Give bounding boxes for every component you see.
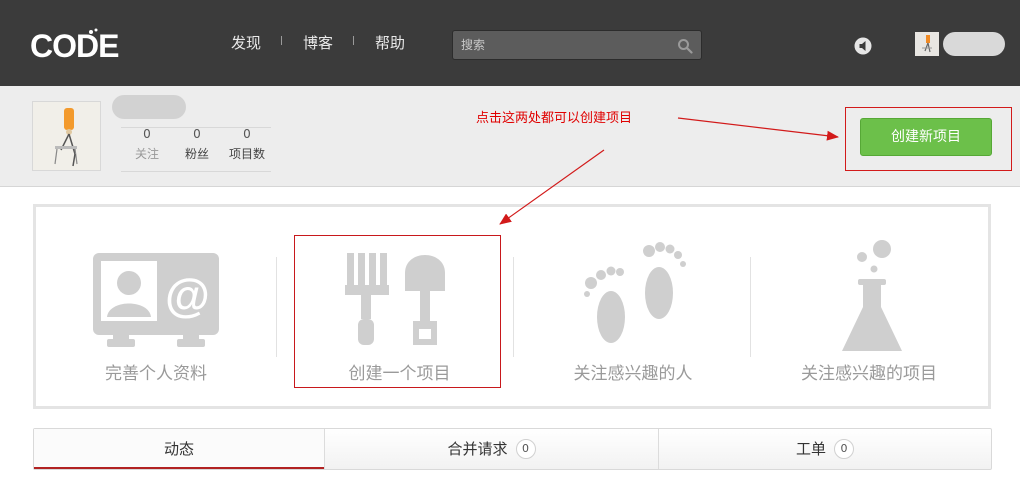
nav-help[interactable]: 帮助 — [375, 32, 405, 53]
tab-issues[interactable]: 工单 0 — [659, 429, 991, 469]
stats-divider — [121, 171, 271, 172]
logo-text: CODE — [30, 28, 119, 62]
stat-value: 0 — [193, 127, 201, 141]
stat-label: 关注 — [134, 147, 159, 161]
stat-projects[interactable]: 0 项目数 — [221, 126, 273, 163]
guide-divider — [276, 257, 277, 357]
count-badge: 0 — [515, 439, 536, 459]
nav-separator — [353, 36, 354, 45]
guide-label: 关注感兴趣的项目 — [801, 364, 937, 384]
contact-card-icon: @ — [93, 253, 219, 347]
profile-name-pill[interactable] — [112, 95, 186, 119]
footprints-icon — [584, 242, 686, 343]
annotation-highlight-box — [294, 235, 501, 388]
stat-label: 项目数 — [228, 147, 265, 161]
tab-label: 工单 — [795, 440, 826, 458]
stat-label: 粉丝 — [184, 147, 209, 161]
nav-blog[interactable]: 博客 — [303, 32, 333, 53]
search-box — [452, 30, 702, 60]
stat-followers[interactable]: 0 粉丝 — [171, 126, 223, 163]
count-badge: 0 — [834, 439, 854, 459]
guide-follow-people[interactable]: 关注感兴趣的人 — [513, 207, 753, 406]
profile-avatar[interactable] — [32, 101, 101, 171]
stat-following[interactable]: 0 关注 — [121, 126, 173, 163]
tab-merge-requests[interactable]: 合并请求 0 — [325, 429, 658, 469]
guide-complete-profile[interactable]: @ 完善个人资料 — [36, 207, 276, 406]
guide-label: 完善个人资料 — [105, 364, 207, 384]
code-logo[interactable]: CODE — [30, 28, 142, 62]
guide-follow-projects[interactable]: 关注感兴趣的项目 — [750, 207, 988, 406]
guide-label: 关注感兴趣的人 — [573, 364, 693, 384]
user-avatar[interactable] — [915, 32, 939, 56]
stat-value: 0 — [143, 127, 151, 141]
getting-started-panel: @ 完善个人资料 创建一个项目 关注感兴趣的人 关注感兴趣的项目 — [33, 204, 991, 409]
notification-icon[interactable] — [854, 37, 872, 55]
nav-separator — [281, 36, 282, 45]
lab-flask-icon — [842, 240, 902, 351]
activity-tabs: 动态 合并请求 0 工单 0 — [33, 428, 992, 470]
create-project-button[interactable]: 创建新项目 — [860, 118, 992, 156]
tab-label: 动态 — [163, 440, 194, 458]
svg-text:@: @ — [165, 269, 210, 321]
search-input[interactable] — [461, 36, 671, 54]
tab-label: 合并请求 — [447, 440, 508, 458]
search-icon[interactable] — [677, 38, 693, 54]
username-pill[interactable] — [943, 32, 1005, 56]
annotation-text: 点击这两处都可以创建项目 — [476, 111, 633, 126]
nav-discover[interactable]: 发现 — [231, 32, 261, 53]
stat-value: 0 — [243, 127, 251, 141]
top-navbar: CODE 发现 博客 帮助 — [0, 0, 1020, 86]
tab-activity[interactable]: 动态 — [34, 429, 324, 469]
